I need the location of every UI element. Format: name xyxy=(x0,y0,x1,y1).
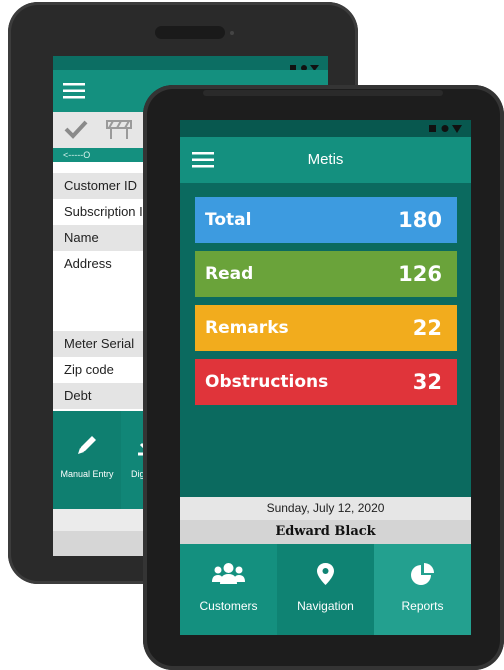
manual-entry-label: Manual Entry xyxy=(60,469,114,479)
menu-icon[interactable] xyxy=(63,83,85,99)
back-tablet-camera xyxy=(230,31,234,35)
front-user-name: Edward Black xyxy=(180,520,471,544)
map-pin-icon xyxy=(317,563,334,585)
stat-remarks-value: 22 xyxy=(412,316,442,340)
status-indicators-icon xyxy=(429,125,462,133)
stat-remarks-card[interactable]: Remarks 22 xyxy=(195,305,457,351)
front-tablet-bezel-top xyxy=(203,90,443,96)
nav-customers-label: Customers xyxy=(199,599,258,613)
app-title: Metis xyxy=(307,151,344,168)
pencil-icon xyxy=(78,436,96,454)
checkmark-icon[interactable] xyxy=(63,118,89,140)
stat-obstructions-value: 32 xyxy=(412,370,442,394)
nav-navigation[interactable]: Navigation xyxy=(277,544,374,635)
pie-chart-icon xyxy=(411,563,434,585)
nav-customers[interactable]: Customers xyxy=(180,544,277,635)
barrier-icon[interactable] xyxy=(105,118,133,140)
nav-reports-label: Reports xyxy=(401,599,444,613)
back-tablet-speaker xyxy=(155,26,225,39)
users-icon xyxy=(212,563,245,584)
stat-read-label: Read xyxy=(205,264,254,284)
front-status-bar xyxy=(180,120,471,137)
stat-read-card[interactable]: Read 126 xyxy=(195,251,457,297)
front-date-text: Sunday, July 12, 2020 xyxy=(180,497,471,520)
back-status-bar xyxy=(53,56,328,71)
stat-obstructions-card[interactable]: Obstructions 32 xyxy=(195,359,457,405)
back-status-icons xyxy=(290,59,320,71)
front-app-bar: Metis xyxy=(180,137,471,183)
stat-read-value: 126 xyxy=(398,262,442,286)
stat-total-card[interactable]: Total 180 xyxy=(195,197,457,243)
manual-entry-button[interactable]: Manual Entry xyxy=(53,411,121,509)
nav-reports[interactable]: Reports xyxy=(374,544,471,635)
nav-navigation-label: Navigation xyxy=(297,599,354,613)
stat-remarks-label: Remarks xyxy=(205,318,289,338)
stat-total-label: Total xyxy=(205,210,252,230)
front-screen: Metis Total 180 Read 126 Remarks 22 Obst… xyxy=(180,120,471,635)
menu-icon[interactable] xyxy=(192,152,214,168)
stat-obstructions-label: Obstructions xyxy=(205,372,329,392)
stat-total-value: 180 xyxy=(398,208,442,232)
